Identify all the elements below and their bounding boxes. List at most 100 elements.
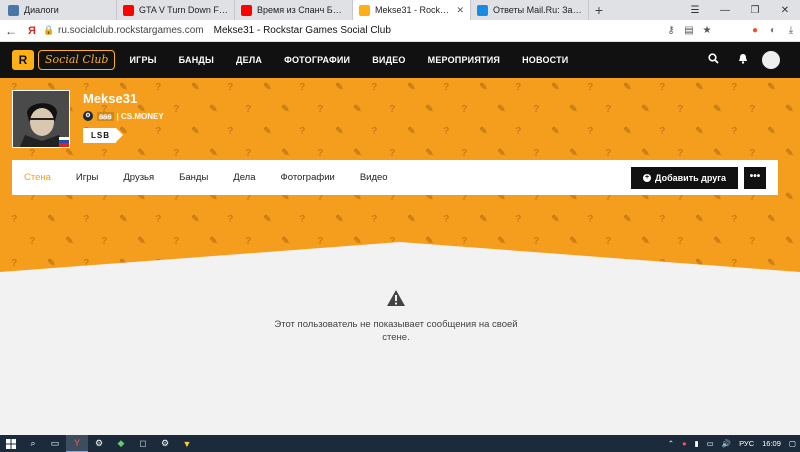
banner-pattern-glyph: ✎ <box>335 214 344 225</box>
windows-start-icon[interactable] <box>0 435 22 452</box>
extension-icon[interactable]: ◐ <box>764 25 782 36</box>
tab-label: GTA V Turn Down For What <box>139 5 228 15</box>
social-club-nav: R Social Club ИГРЫ БАНДЫ ДЕЛА ФОТОГРАФИИ… <box>0 42 800 78</box>
banner-pattern-glyph: ✎ <box>785 192 794 203</box>
add-friend-label: Добавить друга <box>655 172 726 183</box>
profile-avatar[interactable] <box>12 90 70 148</box>
banner-pattern-glyph: ✎ <box>623 82 632 93</box>
nav-videos[interactable]: ВИДЕО <box>372 55 405 65</box>
menu-icon[interactable]: ☰ <box>680 5 710 16</box>
crew-tag: ꞩꞩꞩ <box>97 111 114 121</box>
page-title-text: Mekse31 - Rockstar Games Social Club <box>213 25 391 36</box>
banner-pattern-glyph: ? <box>155 126 162 137</box>
banner-pattern-glyph: ✎ <box>263 82 272 93</box>
banner-pattern-glyph: ? <box>173 148 180 159</box>
bell-icon[interactable] <box>728 53 758 67</box>
back-icon[interactable]: ← <box>0 24 22 38</box>
battery-icon[interactable]: ▭ <box>707 439 714 448</box>
yandex-browser-icon[interactable]: Y <box>66 435 88 452</box>
tray-app-icon[interactable]: ● <box>682 439 687 448</box>
browser-tab[interactable]: Ответы Mail.Ru: Задать воп <box>471 0 589 20</box>
tab-label: Время из Спанч Боба - You <box>257 5 346 15</box>
more-button[interactable]: ••• <box>744 166 766 189</box>
volume-icon[interactable]: 🔊 <box>722 439 731 448</box>
network-icon[interactable]: ▮ <box>695 439 699 448</box>
banner-pattern-glyph: ✎ <box>695 214 704 225</box>
notifications-icon[interactable]: ▢ <box>789 439 796 448</box>
maximize-icon[interactable]: ❐ <box>740 5 770 16</box>
banner-pattern-glyph: ? <box>317 148 324 159</box>
banner-pattern-glyph: ✎ <box>497 104 506 115</box>
taskbar: ⌕ ▭ Y ⚙ ◆ ◻ ⚙ ▼ ⌃ ● ▮ ▭ 🔊 РУС 16:09 ▢ <box>0 435 800 452</box>
browser-tab[interactable]: Время из Спанч Боба - You <box>235 0 353 20</box>
banner-pattern-glyph: ✎ <box>551 126 560 137</box>
tray-arrow-icon[interactable]: ⌃ <box>668 439 674 448</box>
app-icon[interactable]: ◻ <box>132 435 154 452</box>
screen: Диалоги GTA V Turn Down For What Время и… <box>0 0 800 452</box>
banner-pattern-glyph: ✎ <box>425 148 434 159</box>
banner-pattern-glyph: ✎ <box>641 104 650 115</box>
banner-pattern-glyph: ? <box>731 214 738 225</box>
tab-crews[interactable]: Банды <box>179 172 208 183</box>
lock-icon[interactable]: 🔒 <box>42 25 56 36</box>
banner-pattern-glyph: ✎ <box>767 126 776 137</box>
app-icon[interactable]: ◆ <box>110 435 132 452</box>
rockstar-logo[interactable]: R <box>12 50 34 70</box>
nav-games[interactable]: ИГРЫ <box>129 55 156 65</box>
steam-icon[interactable]: ⚙ <box>88 435 110 452</box>
nav-news[interactable]: НОВОСТИ <box>522 55 568 65</box>
warning-icon <box>387 290 405 306</box>
banner-pattern-glyph: ✎ <box>335 126 344 137</box>
tab-videos[interactable]: Видео <box>360 172 388 183</box>
banner-pattern-glyph: ? <box>443 126 450 137</box>
banner-pattern-glyph: ✎ <box>407 82 416 93</box>
tab-photos[interactable]: Фотографии <box>281 172 335 183</box>
browser-tab[interactable]: Диалоги <box>0 0 117 20</box>
clock[interactable]: 16:09 <box>762 439 781 448</box>
banner-pattern-glyph: ✎ <box>119 214 128 225</box>
close-window-icon[interactable]: ✕ <box>770 5 800 16</box>
avatar[interactable] <box>762 51 780 69</box>
steam-icon[interactable]: ⚙ <box>154 435 176 452</box>
search-icon[interactable] <box>698 53 728 67</box>
browser-tab-active[interactable]: Mekse31 - Rockstar Games ✕ <box>353 0 471 20</box>
banner-pattern-glyph: ? <box>515 82 522 93</box>
tab-games[interactable]: Игры <box>76 172 98 183</box>
banner-pattern-glyph: ? <box>533 148 540 159</box>
new-tab-button[interactable]: + <box>589 0 609 20</box>
language-indicator[interactable]: РУС <box>739 439 754 448</box>
banner-pattern-glyph: ? <box>299 82 306 93</box>
vk-icon <box>8 4 19 16</box>
download-icon[interactable]: ⤓ <box>782 25 800 36</box>
nav-crews[interactable]: БАНДЫ <box>179 55 214 65</box>
minimize-icon[interactable]: — <box>710 5 740 16</box>
nav-photos[interactable]: ФОТОГРАФИИ <box>284 55 350 65</box>
yandex-logo[interactable]: Я <box>22 25 42 37</box>
bookmark-star-icon[interactable]: ★ <box>698 25 716 36</box>
key-icon[interactable]: ⚷ <box>662 25 680 36</box>
task-view-icon[interactable]: ▭ <box>44 435 66 452</box>
reader-icon[interactable]: ▤ <box>680 25 698 36</box>
banner-pattern-glyph: ✎ <box>281 104 290 115</box>
tab-friends[interactable]: Друзья <box>123 172 154 183</box>
crew-badge[interactable]: LSB <box>83 128 123 143</box>
social-club-logo[interactable]: Social Club <box>38 50 116 70</box>
banner-pattern-glyph: ? <box>677 148 684 159</box>
crew-info[interactable]: ⚙ ꞩꞩꞩ | CS.MONEY <box>83 111 164 121</box>
browser-tab[interactable]: GTA V Turn Down For What <box>117 0 235 20</box>
banner-pattern-glyph: ? <box>677 104 684 115</box>
tab-wall[interactable]: Стена <box>24 172 51 183</box>
banner-pattern-glyph: ✎ <box>551 214 560 225</box>
url-text[interactable]: ru.socialclub.rockstargames.com <box>58 25 204 36</box>
banner-pattern-glyph: ✎ <box>641 148 650 159</box>
search-icon[interactable]: ⌕ <box>22 435 44 452</box>
tab-jobs[interactable]: Дела <box>233 172 255 183</box>
nav-events[interactable]: МЕРОПРИЯТИЯ <box>428 55 500 65</box>
add-friend-button[interactable]: + Добавить друга <box>631 166 738 189</box>
nav-actions <box>698 51 780 69</box>
close-tab-icon[interactable]: ✕ <box>452 5 464 16</box>
nav-jobs[interactable]: ДЕЛА <box>236 55 262 65</box>
banner-pattern-glyph: ? <box>371 82 378 93</box>
app-icon[interactable]: ▼ <box>176 435 198 452</box>
extension-icon[interactable]: ● <box>746 25 764 36</box>
